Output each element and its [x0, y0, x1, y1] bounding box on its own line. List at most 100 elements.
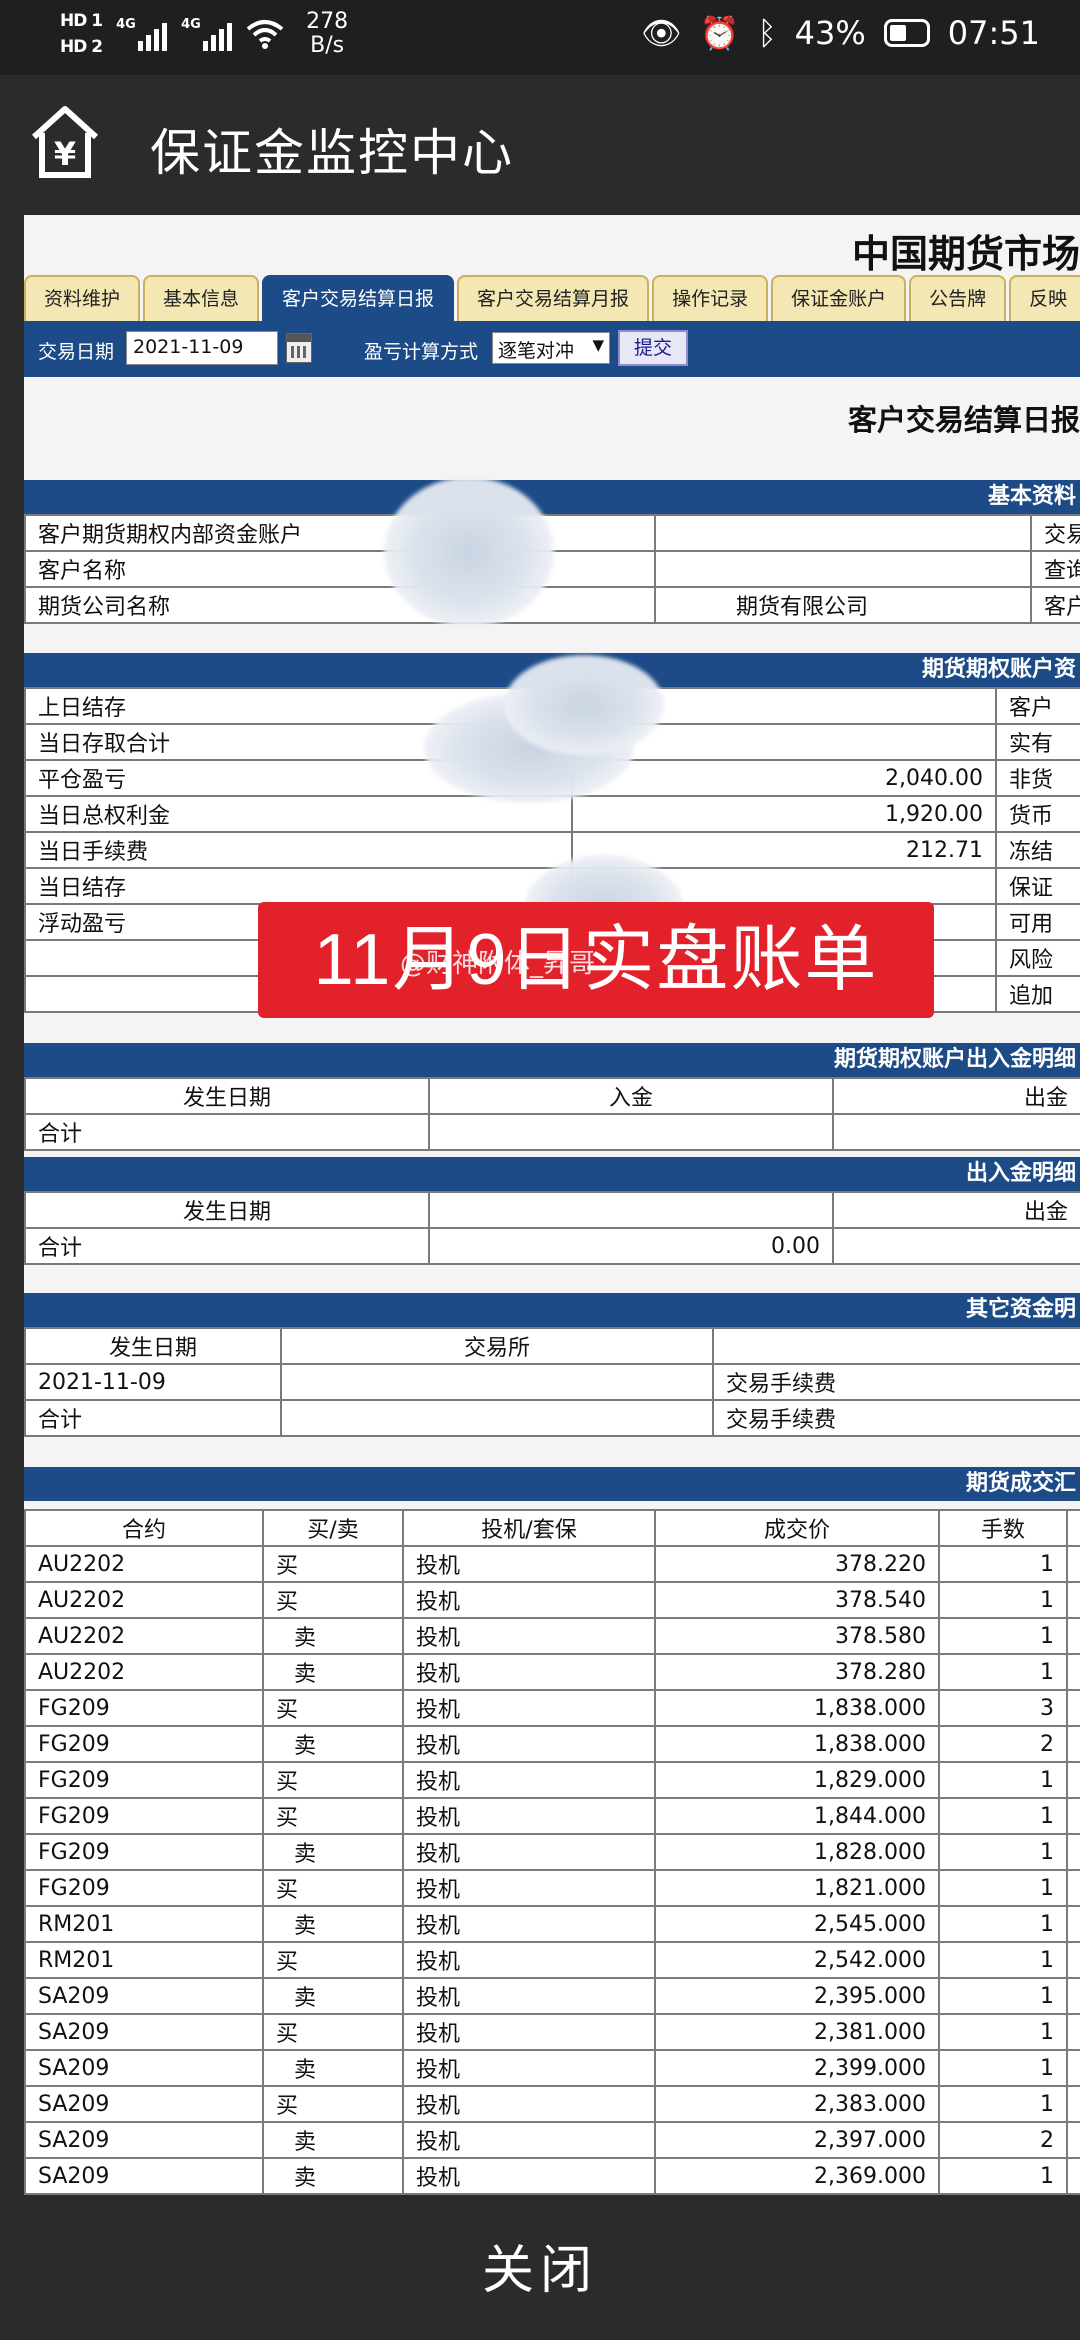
trade-price: 1,844.000: [654, 1797, 940, 1835]
col-header: 发生日期: [24, 1077, 430, 1115]
fund-right-label: 冻结: [995, 831, 1080, 869]
table-row: FG209 买投机 1,838.000 3: [24, 1689, 1080, 1727]
close-button[interactable]: 关闭: [0, 2203, 1080, 2340]
trade-extra-cell: [1066, 1581, 1080, 1619]
trade-lots: 2: [938, 1725, 1068, 1763]
tab-daily-statement[interactable]: 客户交易结算日报: [262, 275, 455, 321]
trade-side: 买: [262, 1545, 404, 1583]
net-speed: 278 B/s: [306, 10, 348, 58]
trade-extra-cell: [1066, 1797, 1080, 1835]
trade-side: 卖: [262, 1905, 404, 1943]
trade-side: 买: [262, 1941, 404, 1979]
trade-price: 1,828.000: [654, 1833, 940, 1871]
table-row: RM201 卖投机 2,545.000 1: [24, 1905, 1080, 1943]
table-row: 合约 买/卖 投机/套保 成交价 手数: [24, 1509, 1080, 1547]
tab-monthly-statement[interactable]: 客户交易结算月报: [457, 275, 650, 321]
submit-button[interactable]: 提交: [618, 330, 688, 366]
trade-price: 2,381.000: [654, 2013, 940, 2051]
fund-right-label: 风险: [995, 939, 1080, 977]
basic-info-label: 客户名称: [24, 550, 656, 588]
trade-side: 卖: [262, 1725, 404, 1763]
col-header: 发生日期: [24, 1327, 282, 1365]
trade-type: 投机: [402, 1617, 656, 1655]
col-header: 发生日期: [24, 1191, 430, 1229]
tab-feedback[interactable]: 反映: [1009, 275, 1080, 321]
other-exchange: [280, 1363, 714, 1401]
trade-price: 1,838.000: [654, 1689, 940, 1727]
trades-body: AU2202 买投机 378.220 1 AU2202 买投机 378.540 1 AU2202…: [24, 1545, 1080, 2195]
basic-info-right-label: 交易: [1030, 514, 1080, 552]
trade-price: 2,399.000: [654, 2049, 940, 2087]
inout-header: 期货期权账户出入金明细: [24, 1043, 1080, 1077]
battery-icon: [883, 19, 930, 47]
trade-price: 378.220: [654, 1545, 940, 1583]
trade-price: 2,369.000: [654, 2157, 940, 2195]
net-speed-value: 278: [306, 9, 349, 34]
tab-basic-info[interactable]: 基本信息: [143, 275, 260, 321]
trade-price: 378.280: [654, 1653, 940, 1691]
table-row: SA209 卖投机 2,399.000 1: [24, 2049, 1080, 2087]
table-row: SA209 卖投机 2,397.000 2: [24, 2121, 1080, 2159]
tab-bulletin[interactable]: 公告牌: [909, 275, 1007, 321]
trade-price: 1,838.000: [654, 1725, 940, 1763]
trade-side: 买: [262, 1689, 404, 1727]
trade-lots: 1: [938, 1905, 1068, 1943]
basic-info-label: 客户期货期权内部资金账户: [24, 514, 656, 552]
basic-info-label: 期货公司名称: [24, 586, 656, 624]
trade-price: 378.580: [654, 1617, 940, 1655]
table-row: 期货公司名称 期货有限公司 客户: [24, 586, 1080, 624]
report-webview[interactable]: 中国期货市场 资料维护 基本信息 客户交易结算日报 客户交易结算月报 操作记录 …: [24, 215, 1080, 2195]
other-date: 合计: [24, 1399, 282, 1437]
basic-info-value: [654, 550, 1032, 588]
trade-type: 投机: [402, 2013, 656, 2051]
basic-info-value: [654, 514, 1032, 552]
table-row: FG209 卖投机 1,838.000 2: [24, 1725, 1080, 1763]
col-header: 合约: [24, 1509, 264, 1547]
trade-extra-cell: [1066, 2157, 1080, 2195]
table-row: AU2202 买投机 378.220 1: [24, 1545, 1080, 1583]
tab-data-maintenance[interactable]: 资料维护: [24, 275, 141, 321]
trade-contract: FG209: [24, 1689, 264, 1727]
fund-right-label: 追加: [995, 975, 1080, 1013]
tab-operation-log[interactable]: 操作记录: [652, 275, 769, 321]
fund-label: 当日手续费: [24, 831, 573, 869]
home-icon[interactable]: ¥: [30, 103, 100, 181]
pnl-method-select[interactable]: 逐笔对冲 ▼: [492, 332, 610, 364]
trade-lots: 1: [938, 1797, 1068, 1835]
col-header: 成交价: [654, 1509, 940, 1547]
calendar-icon[interactable]: [286, 333, 312, 363]
trade-contract: SA209: [24, 1977, 264, 2015]
query-toolbar: 交易日期 2021-11-09 盈亏计算方式 逐笔对冲 ▼ 提交: [24, 321, 1080, 377]
fund-right-label: 可用: [995, 903, 1080, 941]
fund-right-label: 非货: [995, 759, 1080, 797]
tab-margin-account[interactable]: 保证金账户: [771, 275, 907, 321]
trade-extra-cell: [1066, 1869, 1080, 1907]
sim2-indicator: HD 2: [60, 37, 103, 57]
trade-type: 投机: [402, 1977, 656, 2015]
col-header: 手数: [938, 1509, 1068, 1547]
trade-side: 买: [262, 1581, 404, 1619]
eye-comfort-icon: 👁: [640, 14, 682, 52]
trade-lots: 1: [938, 1941, 1068, 1979]
table-row: FG209 买投机 1,844.000 1: [24, 1797, 1080, 1835]
trade-date-input[interactable]: 2021-11-09: [126, 331, 278, 365]
trade-side: 卖: [262, 1833, 404, 1871]
trade-lots: 1: [938, 1869, 1068, 1907]
trade-type: 投机: [402, 2085, 656, 2123]
trade-price: 2,395.000: [654, 1977, 940, 2015]
trade-type: 投机: [402, 1653, 656, 1691]
trade-contract: SA209: [24, 2121, 264, 2159]
sim1-indicator: HD 1: [60, 11, 103, 31]
basic-info-header: 基本资料: [24, 480, 1080, 514]
table-row: 发生日期 入金 出金: [24, 1077, 1080, 1115]
trade-lots: 1: [938, 1617, 1068, 1655]
trade-type: 投机: [402, 1941, 656, 1979]
trade-side: 买: [262, 2085, 404, 2123]
fund-value: 1,920.00: [571, 795, 997, 833]
trade-price: 1,829.000: [654, 1761, 940, 1799]
trade-side: 买: [262, 1797, 404, 1835]
trade-contract: AU2202: [24, 1545, 264, 1583]
col-header: [428, 1191, 834, 1229]
table-row: RM201 买投机 2,542.000 1: [24, 1941, 1080, 1979]
trade-contract: AU2202: [24, 1581, 264, 1619]
